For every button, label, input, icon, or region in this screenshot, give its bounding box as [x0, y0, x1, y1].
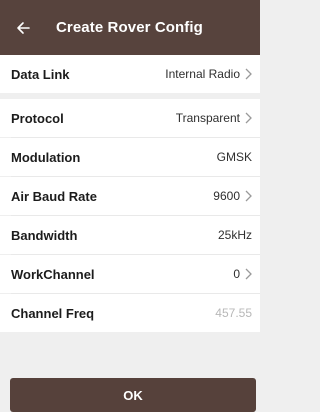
chevron-right-icon	[245, 68, 252, 80]
protocol-label: Protocol	[11, 110, 64, 126]
data-link-label: Data Link	[11, 66, 70, 82]
chevron-right-icon	[245, 190, 252, 202]
channel-freq-value: 457.55	[215, 306, 252, 320]
arrow-left-icon	[17, 21, 30, 34]
air-baud-rate-label: Air Baud Rate	[11, 188, 97, 204]
air-baud-rate-value: 9600	[213, 189, 240, 203]
chevron-right-icon	[245, 112, 252, 124]
bandwidth-label: Bandwidth	[11, 227, 78, 243]
page-title: Create Rover Config	[56, 19, 203, 36]
modulation-label: Modulation	[11, 149, 81, 165]
protocol-row[interactable]: Protocol Transparent	[0, 99, 260, 137]
data-link-row[interactable]: Data Link Internal Radio	[0, 55, 260, 93]
app-bar: Create Rover Config	[0, 0, 260, 55]
data-link-value: Internal Radio	[165, 67, 240, 81]
work-channel-label: WorkChannel	[11, 266, 95, 282]
chevron-right-icon	[245, 268, 252, 280]
work-channel-value: 0	[233, 267, 240, 281]
back-button[interactable]	[10, 15, 36, 41]
channel-freq-label: Channel Freq	[11, 305, 95, 321]
bandwidth-row[interactable]: Bandwidth 25kHz	[0, 216, 260, 254]
air-baud-rate-row[interactable]: Air Baud Rate 9600	[0, 177, 260, 215]
channel-freq-row[interactable]: Channel Freq 457.55	[0, 294, 260, 332]
modulation-row[interactable]: Modulation GMSK	[0, 138, 260, 176]
modulation-value: GMSK	[216, 150, 252, 164]
protocol-value: Transparent	[175, 111, 240, 125]
work-channel-row[interactable]: WorkChannel 0	[0, 255, 260, 293]
ok-button[interactable]: OK	[10, 378, 256, 412]
bandwidth-value: 25kHz	[217, 228, 252, 242]
